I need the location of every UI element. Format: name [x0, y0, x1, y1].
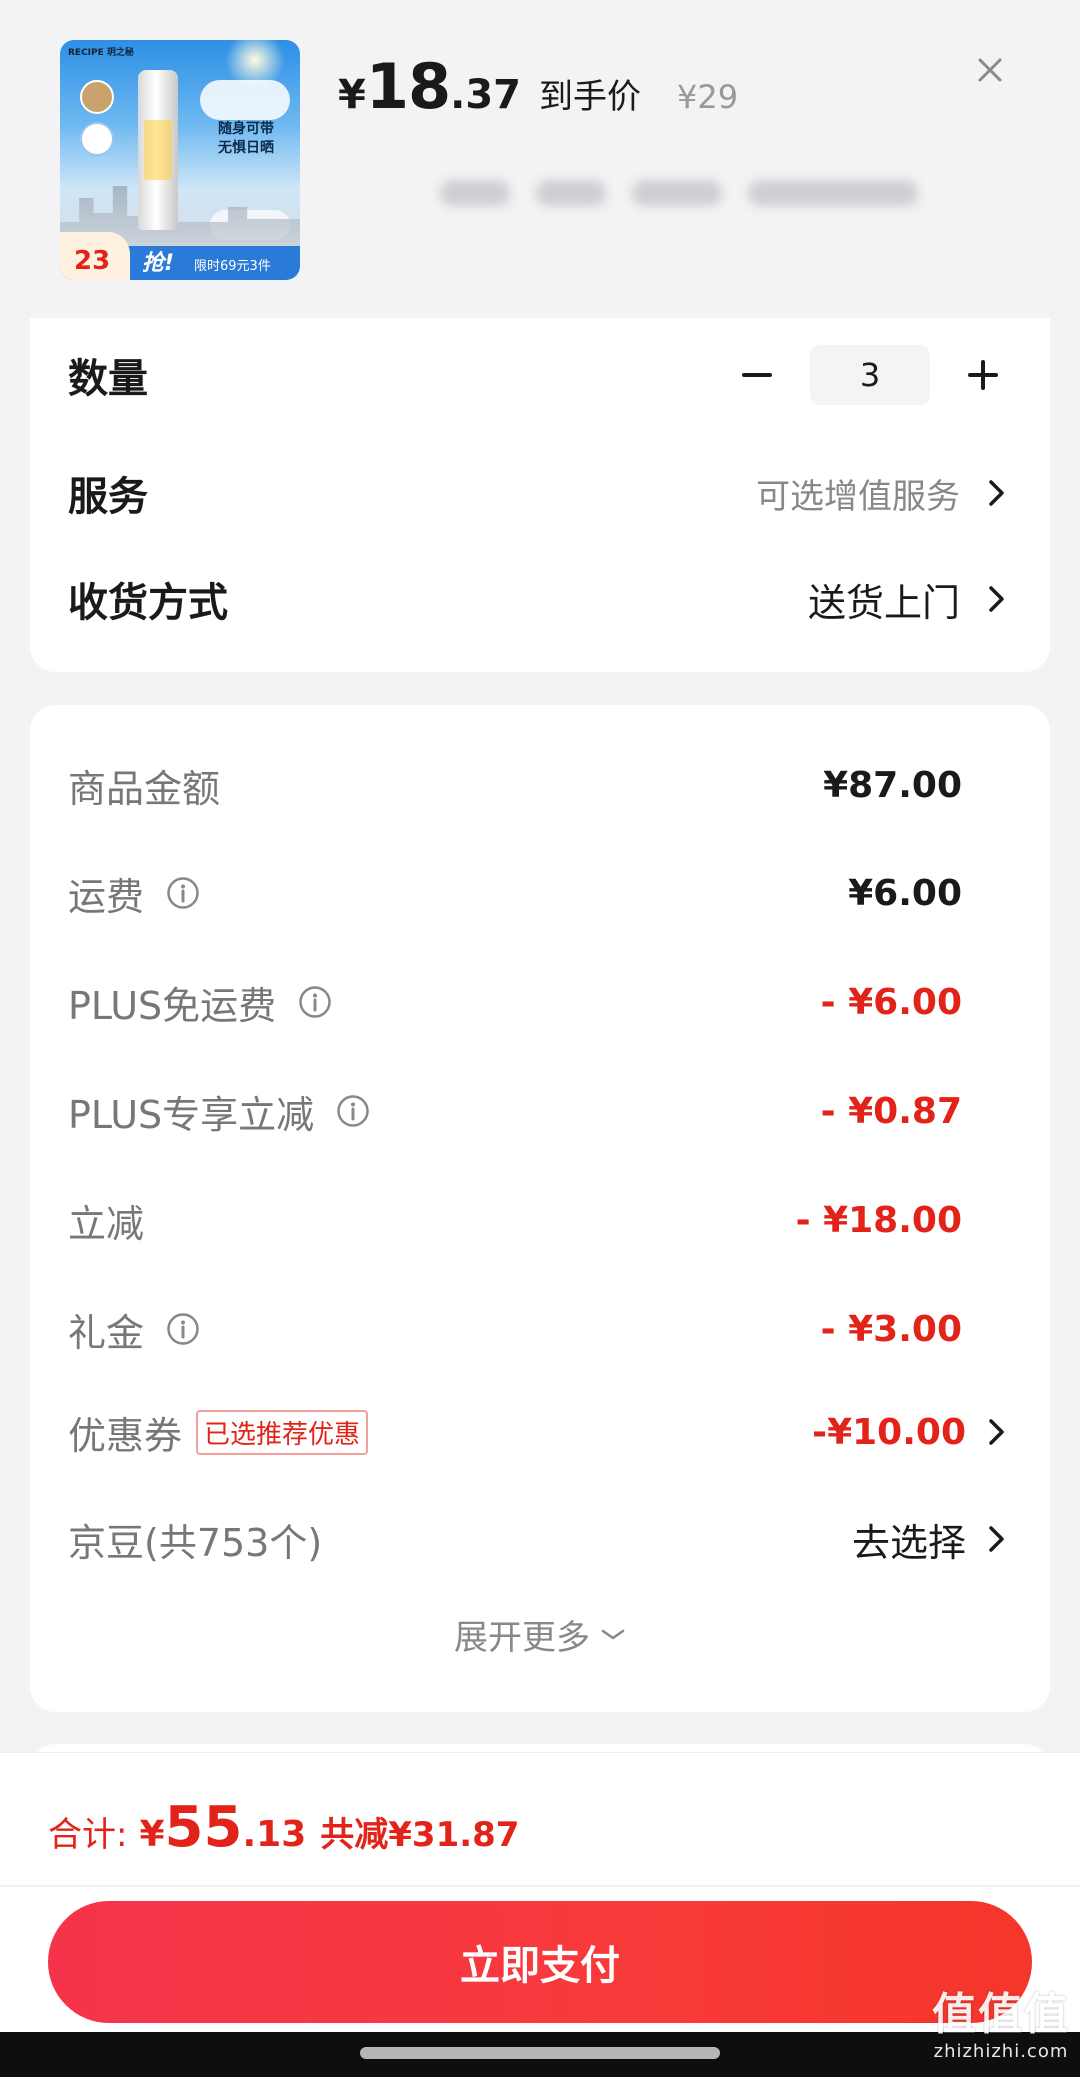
final-price: ¥ 18 .37 到手价 ¥29: [338, 50, 738, 130]
coupon-value: -¥10.00: [812, 1411, 966, 1453]
plus-discount-value: - ¥0.87: [820, 1090, 962, 1132]
plus-discount-label: PLUS专享立减: [68, 1092, 315, 1137]
checkout-bar: 合计: ¥ 55 .13 共减¥31.87 立即支付: [0, 1752, 1080, 2032]
coupon-label: 优惠券: [68, 1413, 183, 1458]
product-header: RECIPE 玥之秘 随身可带 无惧日晒 23 抢! 限时69元3件 ¥ 18 …: [0, 0, 1080, 318]
thumbnail-badge: [80, 80, 114, 114]
chevron-right-icon: [989, 1419, 1004, 1445]
pay-now-button[interactable]: 立即支付: [48, 1901, 1032, 2023]
system-nav-bar: [0, 2032, 1080, 2077]
total-label: 合计:: [48, 1815, 128, 1855]
quantity-row: 数量 3: [68, 340, 1008, 410]
shipping-label: 运费: [68, 874, 145, 919]
goods-amount-value: ¥87.00: [823, 764, 962, 806]
order-total: 合计: ¥ 55 .13 共减¥31.87: [48, 1795, 519, 1860]
instant-discount-value: - ¥18.00: [795, 1199, 962, 1241]
chevron-right-icon: [989, 586, 1004, 612]
thumbnail-grab-label: 抢!: [142, 251, 175, 276]
jingdou-selector[interactable]: 去选择: [852, 1512, 1008, 1567]
minus-icon: [742, 373, 772, 377]
price-currency: ¥: [338, 72, 366, 118]
delivery-selector[interactable]: 送货上门: [808, 572, 1008, 627]
plus-free-shipping-label: PLUS免运费: [68, 983, 277, 1028]
thumbnail-slogan: 随身可带 无惧日晒: [218, 120, 274, 158]
jingdou-row[interactable]: 京豆(共753个) 去选择: [68, 1509, 1008, 1569]
chevron-right-icon: [989, 480, 1004, 506]
total-decimal: .13: [242, 1814, 307, 1855]
coupon-recommended-tag: 已选推荐优惠: [196, 1409, 369, 1455]
expand-more-label: 展开更多: [454, 1618, 590, 1658]
plus-free-shipping-row: PLUS免运费 - ¥6.00: [68, 972, 1008, 1032]
blur-block: [748, 180, 918, 206]
service-label: 服务: [68, 474, 148, 520]
coupon-selector[interactable]: -¥10.00: [812, 1412, 1008, 1453]
blurred-spec-text: [440, 170, 930, 216]
gift-money-value: - ¥3.00: [820, 1308, 962, 1350]
quantity-label: 数量: [68, 356, 148, 402]
price-breakdown-card: 商品金额 ¥87.00 运费 ¥6.00 PLUS免运费 - ¥6.00 PLU…: [30, 705, 1050, 1712]
instant-discount-row: 立减 - ¥18.00: [68, 1190, 1008, 1250]
thumbnail-price-tag: 23: [60, 232, 130, 280]
info-icon[interactable]: [166, 876, 200, 910]
plus-discount-row: PLUS专享立减 - ¥0.87: [68, 1081, 1008, 1141]
increase-button[interactable]: [958, 350, 1008, 400]
spf-badge: [80, 122, 114, 156]
blur-block: [632, 180, 722, 206]
total-currency: ¥: [139, 1814, 165, 1855]
price-label: 到手价: [538, 77, 641, 117]
delivery-row[interactable]: 收货方式 送货上门: [68, 564, 1008, 634]
thumbnail-price: 23: [74, 246, 111, 276]
decrease-button[interactable]: [732, 350, 782, 400]
close-button[interactable]: [964, 44, 1016, 96]
info-icon[interactable]: [298, 985, 332, 1019]
price-decimal: .37: [450, 72, 521, 118]
slogan-line-2: 无惧日晒: [218, 140, 274, 156]
watermark-logo: 值值值: [932, 1989, 1070, 2040]
slogan-line-1: 随身可带: [218, 121, 274, 137]
blur-block: [440, 180, 510, 206]
delivery-label: 收货方式: [68, 580, 228, 626]
cloud-graphic: [200, 80, 290, 120]
watermark-url: zhizhizhi.com: [933, 2041, 1069, 2062]
plus-icon: [968, 360, 998, 390]
quantity-stepper: 3: [732, 345, 1008, 405]
price-integer: 18: [365, 50, 451, 123]
jingdou-value: 去选择: [851, 1520, 966, 1565]
info-icon[interactable]: [166, 1312, 200, 1346]
instant-discount-label: 立减: [68, 1201, 145, 1246]
goods-amount-label: 商品金额: [68, 766, 221, 811]
service-value: 可选增值服务: [756, 476, 960, 517]
thumbnail-brand: RECIPE 玥之秘: [68, 48, 134, 58]
gift-money-label: 礼金: [68, 1310, 145, 1355]
watermark: 值值值 zhizhizhi.com: [926, 1990, 1076, 2072]
original-price: ¥29: [676, 78, 739, 116]
spray-can-label: [144, 120, 172, 180]
divider: [0, 1885, 1080, 1887]
blur-block: [536, 180, 606, 206]
close-icon: [978, 58, 1002, 82]
product-thumbnail[interactable]: RECIPE 玥之秘 随身可带 无惧日晒 23 抢! 限时69元3件: [60, 40, 300, 280]
info-icon[interactable]: [336, 1094, 370, 1128]
home-indicator[interactable]: [360, 2047, 720, 2059]
gift-money-row: 礼金 - ¥3.00: [68, 1299, 1008, 1359]
plus-free-shipping-value: - ¥6.00: [820, 981, 962, 1023]
service-selector[interactable]: 可选增值服务: [756, 469, 1008, 518]
chevron-right-icon: [989, 1526, 1004, 1552]
delivery-value: 送货上门: [807, 580, 960, 625]
quantity-value[interactable]: 3: [810, 345, 930, 405]
total-integer: 55: [164, 1795, 243, 1860]
coupon-row[interactable]: 优惠券 已选推荐优惠 -¥10.00: [68, 1402, 1008, 1462]
jingdou-label: 京豆(共753个): [68, 1520, 323, 1565]
shipping-row: 运费 ¥6.00: [68, 863, 1008, 923]
service-row[interactable]: 服务 可选增值服务: [68, 458, 1008, 528]
options-card: 数量 3 服务 可选增值服务 收货方式 送货上门: [30, 318, 1050, 672]
chevron-down-icon: [601, 1629, 625, 1639]
goods-amount-row: 商品金额 ¥87.00: [68, 755, 1008, 815]
thumbnail-limit-text: 限时69元3件: [194, 259, 271, 274]
expand-more-button[interactable]: 展开更多: [30, 1610, 1050, 1659]
total-saved: 共减¥31.87: [320, 1815, 520, 1855]
shipping-value: ¥6.00: [848, 872, 962, 914]
